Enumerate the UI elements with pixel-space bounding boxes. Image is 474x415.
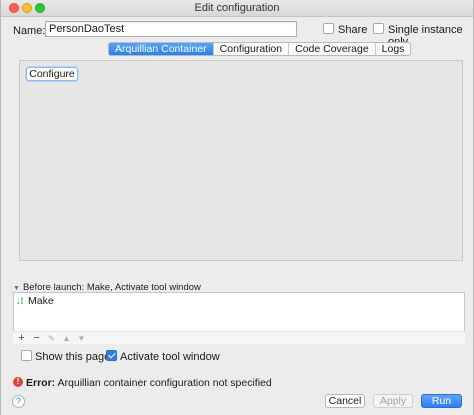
tab-arquillian-container[interactable]: Arquillian Container — [109, 43, 214, 55]
add-icon[interactable]: + — [17, 332, 26, 344]
activate-tool-window-label: Activate tool window — [120, 351, 220, 363]
move-up-icon[interactable]: ▲ — [62, 333, 71, 344]
error-prefix: Error: — [26, 377, 56, 389]
make-label: Make — [28, 295, 54, 307]
make-icon: ↓⁞ — [16, 295, 24, 306]
error-message: Error: Arquillian container configuratio… — [26, 377, 272, 389]
error-icon: ! — [13, 377, 23, 387]
show-this-page-checkbox[interactable] — [21, 350, 32, 361]
apply-button[interactable]: Apply — [373, 394, 413, 408]
cancel-button[interactable]: Cancel — [325, 394, 365, 408]
window-title: Edit configuration — [194, 2, 280, 14]
error-detail: Arquillian container configuration not s… — [55, 377, 272, 389]
remove-icon[interactable]: − — [32, 332, 41, 344]
show-this-page-label: Show this page — [35, 351, 111, 363]
name-label: Name: — [13, 25, 46, 37]
tab-configuration[interactable]: Configuration — [214, 43, 290, 55]
tab-logs[interactable]: Logs — [376, 43, 411, 55]
share-checkbox[interactable] — [323, 23, 334, 34]
share-label: Share — [338, 24, 368, 36]
tab-bar: Arquillian Container Configuration Code … — [108, 42, 412, 56]
run-button[interactable]: Run — [421, 394, 462, 408]
tab-code-coverage[interactable]: Code Coverage — [289, 43, 376, 55]
configure-button[interactable]: Configure — [26, 67, 78, 81]
list-item[interactable]: ↓⁞ Make — [16, 295, 54, 307]
name-field[interactable]: PersonDaoTest — [45, 21, 297, 37]
arquillian-container-panel — [19, 60, 463, 261]
edit-configuration-dialog: Edit configuration Name: PersonDaoTest S… — [0, 0, 474, 415]
edit-icon[interactable]: ✎ — [47, 333, 56, 344]
activate-tool-window-checkbox[interactable] — [106, 350, 117, 361]
before-launch-toolbar: + − ✎ ▲ ▼ — [13, 331, 465, 344]
collapse-arrow-icon: ▼ — [13, 285, 20, 292]
help-button[interactable]: ? — [12, 395, 25, 408]
move-down-icon[interactable]: ▼ — [77, 333, 86, 344]
title-bar: Edit configuration — [1, 0, 473, 17]
single-instance-checkbox[interactable] — [373, 23, 384, 34]
